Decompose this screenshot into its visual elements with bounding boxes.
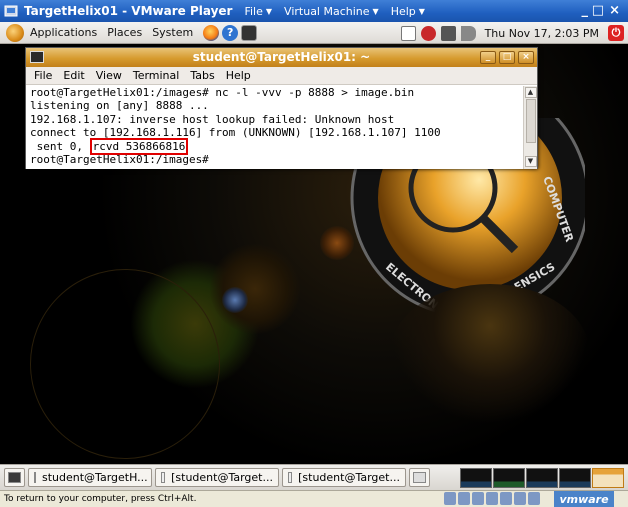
sent-bytes: sent 0, (30, 139, 90, 153)
floppy-icon[interactable] (472, 492, 484, 505)
terminal-close-button[interactable]: × (518, 51, 534, 64)
status-hint: To return to your computer, press Ctrl+A… (4, 494, 197, 504)
terminal-titlebar[interactable]: student@TargetHelix01: ~ _ □ × (26, 48, 537, 67)
help-icon[interactable]: ? (222, 24, 239, 41)
taskbar-item[interactable]: [student@Target... (155, 468, 279, 487)
terminal-icon[interactable] (241, 24, 258, 41)
lens-flare-small (210, 244, 300, 334)
network-adapter-icon[interactable] (486, 492, 498, 505)
minimize-button[interactable]: _ (582, 3, 589, 18)
show-desktop-button[interactable] (4, 468, 25, 487)
scroll-down-icon[interactable]: ▼ (524, 156, 537, 167)
shutdown-icon[interactable]: ⏻ (608, 25, 624, 41)
terminal-menu-tabs[interactable]: Tabs (190, 69, 214, 82)
terminal-window[interactable]: student@TargetHelix01: ~ _ □ × File Edit… (25, 47, 538, 169)
usb-icon[interactable] (500, 492, 512, 505)
terminal-output[interactable]: root@TargetHelix01:/images# nc -l -vvv -… (26, 86, 524, 169)
terminal-icon (161, 472, 166, 483)
gnome-bottom-panel: student@TargetH... [student@Target... [s… (0, 464, 628, 490)
terminal-window-icon[interactable] (30, 51, 44, 63)
workspace-4[interactable] (559, 468, 591, 488)
lens-ring (30, 269, 220, 459)
gnome-top-panel: Applications Places System ? Thu Nov 17,… (0, 22, 628, 44)
volume-icon[interactable] (460, 25, 476, 41)
menu-system[interactable]: System (152, 26, 193, 39)
terminal-menu-terminal[interactable]: Terminal (133, 69, 180, 82)
workspace-switcher[interactable] (460, 468, 624, 488)
menu-help[interactable]: Help ▼ (391, 5, 425, 18)
terminal-menu-help[interactable]: Help (226, 69, 251, 82)
terminal-line: 192.168.1.107: inverse host lookup faile… (30, 112, 395, 126)
terminal-menu-file[interactable]: File (34, 69, 52, 82)
close-button[interactable]: × (609, 3, 620, 18)
terminal-maximize-button[interactable]: □ (499, 51, 515, 64)
terminal-prompt: root@TargetHelix01:/images# (30, 153, 209, 167)
update-notifier-icon[interactable] (420, 25, 436, 41)
terminal-menu-view[interactable]: View (96, 69, 122, 82)
clock[interactable]: Thu Nov 17, 2:03 PM (485, 27, 599, 40)
taskbar-item[interactable]: [student@Target... (282, 468, 406, 487)
device-icons (444, 492, 540, 505)
menu-virtual-machine[interactable]: Virtual Machine ▼ (284, 5, 379, 18)
menu-places[interactable]: Places (107, 26, 142, 39)
gnome-foot-logo-icon[interactable] (6, 23, 24, 42)
vmware-titlebar: TargetHelix01 - VMware Player File ▼ Virt… (0, 0, 628, 22)
trash-icon[interactable] (409, 468, 430, 487)
sound-icon[interactable] (514, 492, 526, 505)
taskbar-item[interactable]: student@TargetH... (28, 468, 152, 487)
vmware-app-icon (4, 5, 18, 17)
terminal-line-bytes: sent 0, rcvd 536866816 (26, 137, 524, 155)
network-icon[interactable] (440, 25, 456, 41)
workspace-1[interactable] (460, 468, 492, 488)
cdrom-icon[interactable] (458, 492, 470, 505)
terminal-minimize-button[interactable]: _ (480, 51, 496, 64)
terminal-title: student@TargetHelix01: ~ (192, 50, 371, 64)
terminal-menu-edit[interactable]: Edit (63, 69, 84, 82)
vmware-logo: vmware (554, 491, 614, 507)
scrollbar-thumb[interactable] (525, 99, 536, 143)
workspace-3[interactable] (526, 468, 558, 488)
firefox-icon[interactable] (203, 24, 220, 41)
window-title: TargetHelix01 - VMware Player (24, 4, 233, 18)
logo-reflection (390, 284, 590, 424)
terminal-line: root@TargetHelix01:/images# nc -l -vvv -… (30, 86, 415, 99)
terminal-scrollbar[interactable]: ▲ ▼ (523, 86, 537, 169)
workspace-5[interactable] (592, 468, 624, 488)
terminal-icon (34, 472, 36, 483)
maximize-button[interactable]: □ (592, 3, 604, 18)
lens-flare-blue (222, 287, 248, 313)
terminal-icon (288, 472, 293, 483)
hard-disk-icon[interactable] (444, 492, 456, 505)
workspace-2[interactable] (493, 468, 525, 488)
terminal-menubar: File Edit View Terminal Tabs Help (26, 67, 537, 85)
menu-file[interactable]: File ▼ (244, 5, 272, 18)
message-icon[interactable] (528, 492, 540, 505)
terminal-line: listening on [any] 8888 ... (30, 99, 209, 113)
vmware-statusbar: To return to your computer, press Ctrl+A… (0, 490, 628, 507)
window-list-icon[interactable] (400, 25, 416, 41)
scroll-up-icon[interactable]: ▲ (524, 87, 537, 98)
menu-applications[interactable]: Applications (30, 26, 97, 39)
lens-flare-orange (320, 226, 354, 260)
